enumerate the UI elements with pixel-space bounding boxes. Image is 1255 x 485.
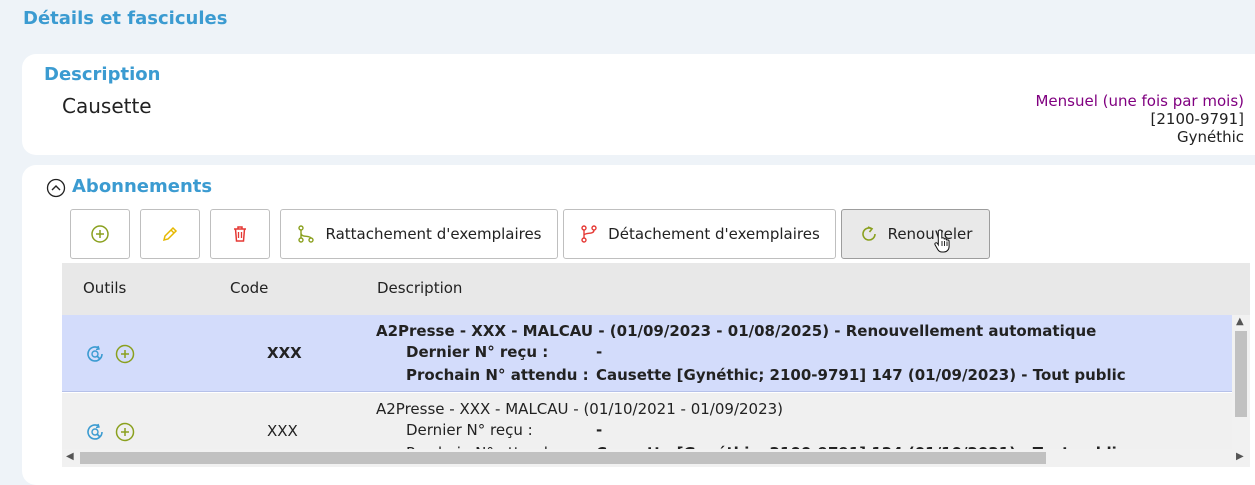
row-tools: [84, 421, 136, 443]
detach-icon: [581, 225, 597, 243]
description-heading: Description: [44, 64, 161, 85]
scroll-up-arrow-icon[interactable]: ▲: [1236, 316, 1244, 327]
add-button[interactable]: [70, 209, 130, 259]
periodical-name: Causette: [62, 94, 152, 118]
subscriptions-card: Abonnements Rattachement d'exemplaires D…: [22, 165, 1255, 485]
column-header-code[interactable]: Code: [230, 279, 268, 297]
add-icon[interactable]: [114, 421, 136, 443]
detach-copies-label: Détachement d'exemplaires: [608, 225, 820, 243]
periodicity-text: Mensuel (une fois par mois): [1035, 92, 1244, 110]
scroll-left-arrow-icon[interactable]: ◀: [66, 451, 74, 462]
edit-button[interactable]: [140, 209, 200, 259]
publisher-text: Gynéthic: [1176, 128, 1244, 146]
row-code: XXX: [267, 422, 298, 440]
scroll-right-arrow-icon[interactable]: ▶: [1236, 451, 1244, 462]
vertical-scroll-thumb[interactable]: [1235, 331, 1247, 417]
last-issue-value: -: [596, 343, 603, 361]
collapse-icon[interactable]: [46, 178, 66, 198]
row-title: A2Presse - XXX - MALCAU - (01/09/2023 - …: [376, 322, 1097, 340]
hand-cursor-icon: [934, 229, 950, 253]
column-header-description[interactable]: Description: [377, 279, 462, 297]
subscriptions-grid: Outils Code Description XXX A2Presse - X…: [62, 263, 1255, 467]
issn-text: [2100-9791]: [1150, 110, 1244, 128]
page-title: Détails et fascicules: [23, 8, 228, 29]
grid-header: Outils Code Description: [62, 263, 1250, 315]
periodical-meta: Mensuel (une fois par mois) [2100-9791] …: [1035, 92, 1244, 146]
next-issue-value: Causette [Gynéthic; 2100-9791] 147 (01/0…: [596, 366, 1126, 384]
renew-button[interactable]: Renouveler: [841, 209, 990, 259]
last-issue-label: Dernier N° reçu :: [406, 421, 533, 439]
edit-icon: [162, 226, 178, 242]
search-refresh-icon[interactable]: [84, 421, 106, 443]
renew-icon: [861, 226, 876, 241]
trash-icon: [234, 226, 246, 242]
vertical-scrollbar[interactable]: ▲ ▼: [1232, 315, 1250, 467]
horizontal-scroll-thumb[interactable]: [80, 452, 1046, 464]
row-code: XXX: [267, 344, 302, 362]
next-issue-label: Prochain N° attendu :: [406, 366, 589, 384]
description-card: Description Causette Mensuel (une fois p…: [22, 54, 1255, 155]
add-icon[interactable]: [114, 343, 136, 365]
delete-button[interactable]: [210, 209, 270, 259]
subscriptions-heading: Abonnements: [72, 176, 213, 197]
last-issue-value: -: [596, 421, 603, 439]
row-title: A2Presse - XXX - MALCAU - (01/10/2021 - …: [376, 400, 784, 418]
attach-copies-button[interactable]: Rattachement d'exemplaires: [280, 209, 558, 259]
row-tools: [84, 343, 136, 365]
last-issue-label: Dernier N° reçu :: [406, 343, 549, 361]
attach-copies-label: Rattachement d'exemplaires: [325, 225, 542, 243]
column-header-tools[interactable]: Outils: [83, 279, 126, 297]
detach-copies-button[interactable]: Détachement d'exemplaires: [563, 209, 836, 259]
table-row[interactable]: XXX A2Presse - XXX - MALCAU - (01/09/202…: [62, 315, 1232, 392]
renew-label: Renouveler: [887, 225, 973, 243]
add-icon: [91, 225, 109, 243]
horizontal-scrollbar[interactable]: ◀ ▶: [62, 449, 1250, 467]
attach-icon: [298, 225, 315, 243]
search-refresh-icon[interactable]: [84, 343, 106, 365]
